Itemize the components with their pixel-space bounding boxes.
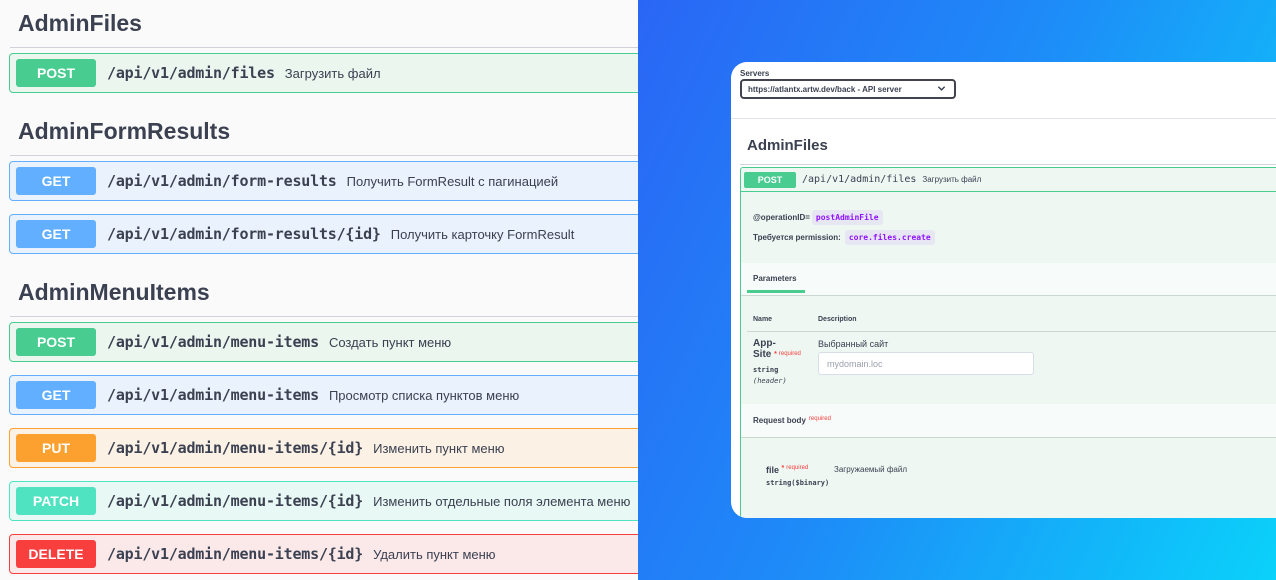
method-badge: PUT: [16, 434, 96, 462]
method-badge: GET: [16, 381, 96, 409]
method-badge: POST: [16, 59, 96, 87]
required-star: *: [781, 465, 785, 472]
operation-id-code: postAdminFile: [811, 210, 883, 225]
servers-label: Servers: [740, 69, 770, 78]
tag-title-adminfiles[interactable]: AdminFiles: [747, 137, 828, 154]
operation-path: /api/v1/admin/menu-items/{id}: [107, 492, 364, 510]
operation-path: /api/v1/admin/files: [107, 64, 275, 82]
tag-divider: [740, 164, 1276, 165]
permission-line: Требуется permission: core.files.create: [753, 230, 935, 245]
required-label: required: [786, 465, 809, 471]
method-badge: GET: [16, 167, 96, 195]
method-badge: PATCH: [16, 487, 96, 515]
tag-divider: [10, 316, 638, 317]
param-location: (header): [753, 377, 787, 385]
tag-title-adminformresults[interactable]: AdminFormResults: [18, 118, 230, 145]
operation-put-menu-item[interactable]: PUT /api/v1/admin/menu-items/{id} Измени…: [9, 428, 638, 468]
method-badge: POST: [744, 171, 796, 188]
operation-path: /api/v1/admin/menu-items/{id}: [107, 439, 364, 457]
permission-code: core.files.create: [844, 230, 935, 245]
operation-path: /api/v1/admin/menu-items/{id}: [107, 545, 364, 563]
operation-path: /api/v1/admin/files: [802, 174, 917, 185]
file-field-type: string($binary): [766, 479, 830, 487]
tag-divider: [10, 155, 638, 156]
servers-select[interactable]: https://atlantx.artw.dev/back - API serv…: [740, 79, 956, 99]
param-name-line2: Site: [753, 349, 772, 360]
param-name-line1: App-: [753, 338, 776, 349]
operation-summary: Создать пункт меню: [328, 334, 452, 350]
parameters-divider: [741, 295, 1276, 296]
servers-select-value: https://atlantx.artw.dev/back - API serv…: [748, 84, 902, 94]
gradient-background: Servers https://atlantx.artw.dev/back - …: [638, 0, 1276, 580]
file-field-description: Загружаемый файл: [834, 465, 908, 474]
operation-id-label: @operationID=: [753, 213, 810, 222]
param-description: Выбранный сайт: [818, 339, 889, 349]
request-body-title-text: Request body: [753, 416, 806, 425]
request-body-required: required: [808, 416, 831, 422]
operation-delete-menu-item[interactable]: DELETE /api/v1/admin/menu-items/{id} Уда…: [9, 534, 638, 574]
method-badge: POST: [16, 328, 96, 356]
request-body-divider: [741, 437, 1276, 438]
table-header-divider: [747, 331, 1276, 332]
file-field-name: file * required: [766, 465, 808, 475]
required-label: required: [778, 351, 801, 357]
parameters-header-bg: [741, 263, 1276, 295]
request-body-title: Request body required: [753, 416, 831, 425]
operation-summary: Просмотр списка пунктов меню: [328, 387, 520, 403]
operation-get-form-results[interactable]: GET /api/v1/admin/form-results Получить …: [9, 161, 638, 201]
operation-post-files[interactable]: POST /api/v1/admin/files Загрузить файл: [9, 53, 638, 93]
operation-block-post-files: POST /api/v1/admin/files Загрузить файл …: [740, 167, 1276, 518]
col-header-name: Name: [753, 316, 773, 323]
operation-summary: Удалить пункт меню: [373, 546, 496, 562]
tag-divider: [10, 47, 638, 48]
app-site-input[interactable]: mydomain.loc: [818, 352, 1034, 375]
operation-post-menu-items[interactable]: POST /api/v1/admin/menu-items Создать пу…: [9, 322, 638, 362]
operation-path: /api/v1/admin/form-results/{id}: [107, 225, 381, 243]
param-name: App- Site * required: [753, 338, 801, 360]
tag-title-adminmenuitems[interactable]: AdminMenuItems: [18, 279, 210, 306]
servers-divider: [731, 118, 1276, 119]
permission-label: Требуется permission:: [753, 233, 841, 242]
operation-summary-bar[interactable]: POST /api/v1/admin/files Загрузить файл: [741, 168, 1276, 192]
swagger-operations-list: AdminFiles POST /api/v1/admin/files Загр…: [0, 0, 638, 580]
chevron-down-icon: [937, 86, 946, 91]
operation-id-line: @operationID= postAdminFile: [753, 210, 883, 225]
operation-patch-menu-item[interactable]: PATCH /api/v1/admin/menu-items/{id} Изме…: [9, 481, 638, 521]
swagger-detail-card: Servers https://atlantx.artw.dev/back - …: [731, 62, 1276, 518]
operation-path: /api/v1/admin/menu-items: [107, 386, 319, 404]
operation-summary: Получить FormResult с пагинацией: [346, 173, 559, 189]
method-badge: DELETE: [16, 540, 96, 568]
operation-summary: Загрузить файл: [922, 175, 982, 184]
operation-get-form-result-by-id[interactable]: GET /api/v1/admin/form-results/{id} Полу…: [9, 214, 638, 254]
method-badge: GET: [16, 220, 96, 248]
operation-summary: Изменить отдельные поля элемента меню: [373, 493, 631, 509]
col-header-description: Description: [818, 316, 857, 323]
operation-path: /api/v1/admin/menu-items: [107, 333, 319, 351]
operation-summary: Изменить пункт меню: [373, 440, 505, 456]
tab-parameters[interactable]: Parameters: [753, 274, 797, 283]
operation-get-menu-items[interactable]: GET /api/v1/admin/menu-items Просмотр сп…: [9, 375, 638, 415]
operation-summary: Загрузить файл: [284, 65, 381, 81]
required-star: *: [774, 351, 777, 358]
tag-title-adminfiles[interactable]: AdminFiles: [18, 10, 142, 37]
operation-summary: Получить карточку FormResult: [390, 226, 575, 242]
param-type: string: [753, 366, 779, 374]
operation-path: /api/v1/admin/form-results: [107, 172, 337, 190]
tab-active-indicator: [747, 290, 805, 293]
file-field-name-text: file: [766, 465, 780, 475]
